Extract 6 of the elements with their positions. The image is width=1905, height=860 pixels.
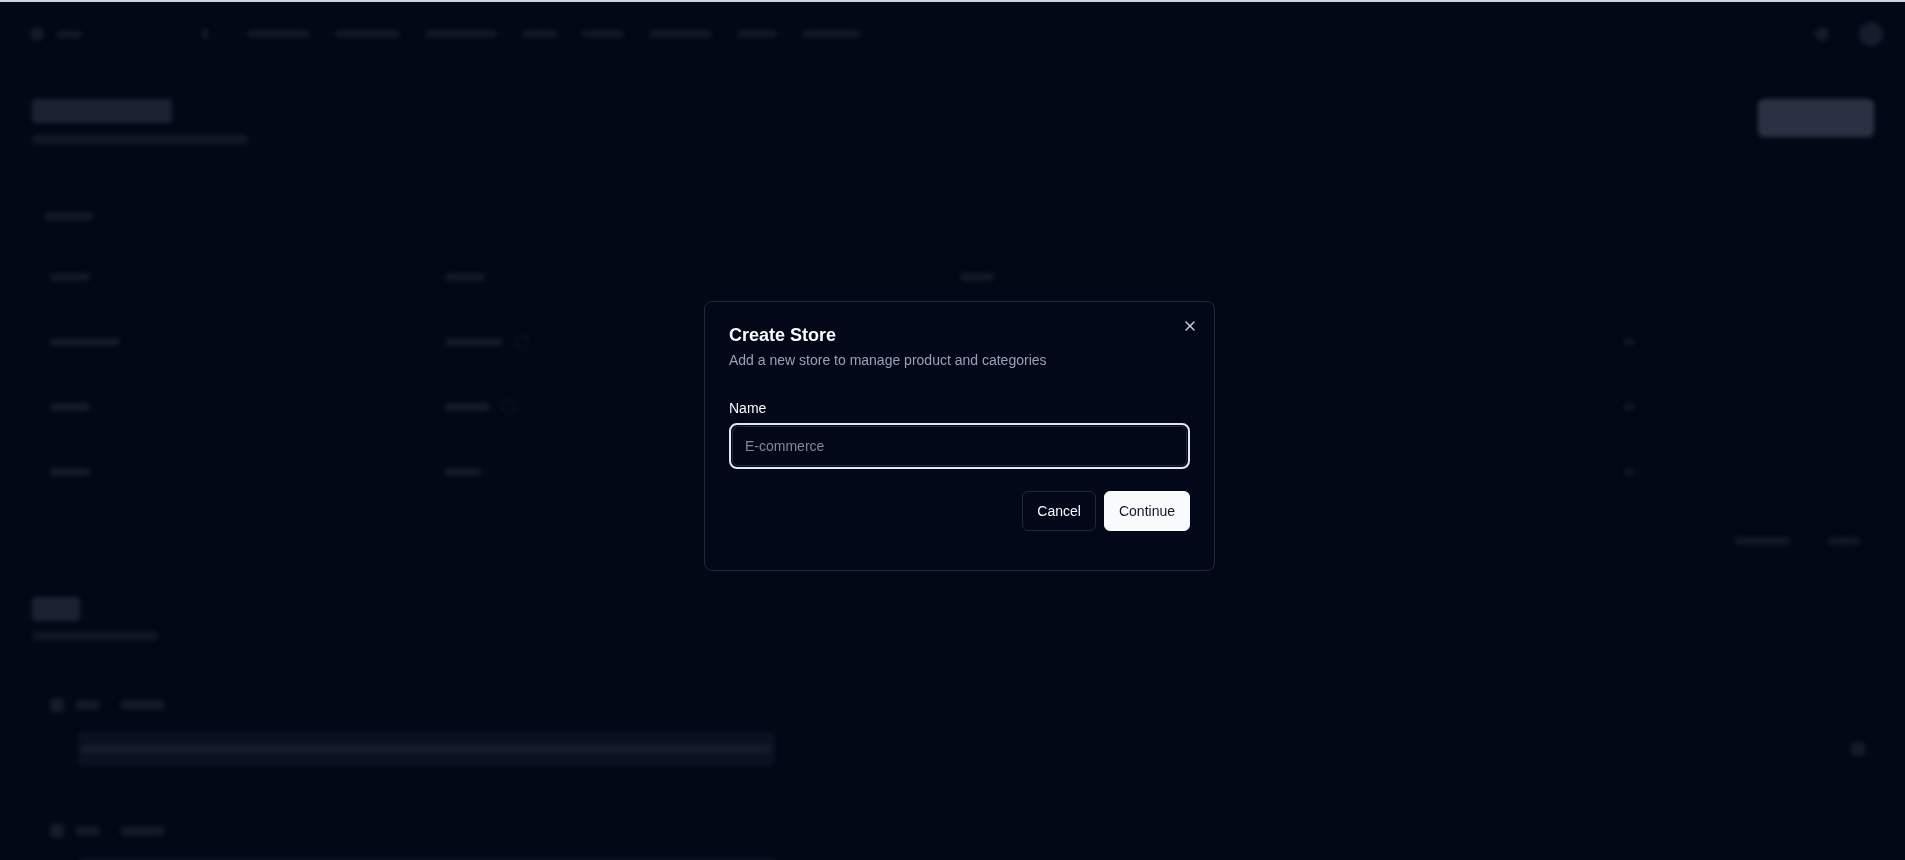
continue-button[interactable]: Continue [1103,491,1190,531]
field-label: Name [729,401,768,415]
cancel-button[interactable]: Cancel [1022,491,1096,531]
name-input[interactable]: E-commerce [729,423,1190,469]
dialog-description: Add a new store to manage product and categories [729,351,1048,370]
dialog-title: Create Store [729,326,838,344]
